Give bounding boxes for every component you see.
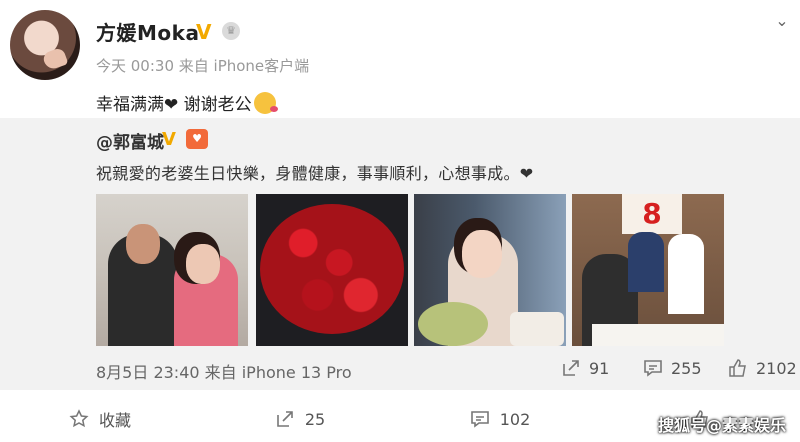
repost-photo-2[interactable] [256, 194, 408, 346]
share-icon [563, 360, 579, 376]
repost-verified-icon: V [162, 129, 176, 150]
repost-member-icon: ♥ [186, 129, 208, 149]
repost-like-button[interactable]: 2102 [728, 356, 797, 380]
photo-figure [126, 224, 160, 264]
avatar-hand [41, 46, 69, 72]
post-text: 幸福满满❤ 谢谢老公 [96, 90, 278, 115]
post-meta: 今天 00:30 来自 iPhone客户端 [96, 57, 310, 75]
repost-photo-3[interactable] [414, 194, 566, 346]
thumbs-up-icon [729, 359, 746, 377]
photo-cake [510, 312, 564, 346]
repost-comment-count: 255 [671, 358, 702, 378]
repost-photo-4[interactable]: 8 [572, 194, 724, 346]
repost-comment-button[interactable]: 255 [643, 356, 702, 380]
photo-figure [668, 234, 704, 314]
share-icon [277, 411, 293, 427]
post-text-content: 幸福满满❤ 谢谢老公 [96, 95, 252, 115]
photo-figure [186, 244, 220, 284]
forward-count: 25 [304, 409, 326, 429]
repost-like-count: 2102 [756, 358, 797, 378]
avatar[interactable] [10, 10, 80, 80]
repost-photo-1[interactable] [96, 194, 248, 346]
photo-figure [628, 232, 664, 292]
rose-bouquet [260, 204, 404, 334]
repost-meta: 8月5日 23:40 来自 iPhone 13 Pro [96, 363, 352, 382]
repost-author[interactable]: @郭富城 [96, 128, 164, 153]
comment-icon [470, 411, 489, 428]
photo-flowers [418, 302, 488, 346]
forward-button[interactable]: 25 [200, 396, 400, 442]
repost-text: 祝親愛的老婆生日快樂，身體健康，事事順利，心想事成。❤ [96, 164, 534, 183]
watermark: 搜狐号@素素娱乐 [657, 416, 786, 435]
blush-face-icon [253, 92, 278, 114]
comment-button[interactable]: 102 [400, 396, 600, 442]
verified-icon: V [196, 20, 212, 44]
chevron-down-icon[interactable]: ⌄ [771, 10, 793, 32]
repost-forward-button[interactable]: 91 [561, 356, 609, 380]
favorite-button[interactable]: 收藏 [0, 396, 200, 442]
photo-table [592, 324, 724, 346]
repost-forward-count: 91 [589, 358, 610, 378]
photo-banner: 8 [622, 194, 682, 234]
comment-icon [644, 360, 662, 377]
star-icon [69, 409, 89, 428]
favorite-label: 收藏 [98, 411, 131, 430]
comment-count: 102 [499, 409, 531, 429]
crown-icon: ♛ [222, 22, 240, 40]
author-name[interactable]: 方媛Moka [96, 17, 199, 46]
weibo-post: 方媛Moka V ♛ 今天 00:30 来自 iPhone客户端 ⌄ 幸福满满❤… [0, 0, 800, 442]
photo-figure [462, 230, 502, 278]
